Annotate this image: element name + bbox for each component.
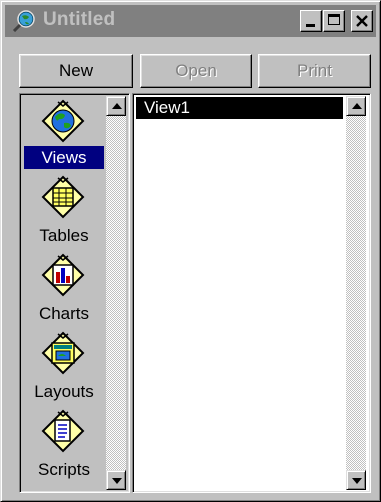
maximize-button[interactable]: [323, 10, 345, 32]
doc-type-label: Scripts: [38, 460, 90, 479]
doc-type-label: Views: [24, 146, 104, 169]
scroll-up-button[interactable]: [346, 96, 366, 116]
close-button[interactable]: [351, 10, 373, 32]
scroll-up-button[interactable]: [106, 96, 126, 116]
document-types-pane: Views Tables Charts Layouts Scripts: [19, 93, 130, 493]
script-document-icon: [41, 409, 85, 453]
down-arrow-icon: [112, 478, 122, 484]
print-button[interactable]: Print: [258, 54, 371, 88]
documents-list-pane: View1: [132, 93, 371, 493]
doc-type-label: Tables: [39, 226, 89, 245]
globe-icon: [41, 99, 85, 143]
doc-type-label: Charts: [38, 304, 90, 323]
window-title: Untitled: [43, 9, 116, 30]
table-grid-icon: [41, 175, 85, 219]
up-arrow-icon: [112, 103, 122, 109]
project-window: Untitled New Open Print Views Tables Cha…: [0, 0, 381, 502]
maximize-icon: [328, 14, 340, 25]
minimize-icon: [306, 24, 315, 27]
documents-scrollbar[interactable]: [346, 96, 366, 490]
doc-type-label: Layouts: [34, 382, 94, 401]
bar-chart-icon: [41, 253, 85, 297]
open-button[interactable]: Open: [140, 54, 252, 88]
close-icon: [356, 15, 368, 27]
doc-types-scrollbar[interactable]: [106, 96, 126, 490]
title-bar[interactable]: Untitled: [5, 5, 376, 37]
new-button[interactable]: New: [19, 54, 133, 88]
scroll-down-button[interactable]: [346, 470, 366, 490]
list-item-view1[interactable]: View1: [136, 97, 343, 119]
minimize-button[interactable]: [300, 10, 322, 32]
down-arrow-icon: [352, 478, 362, 484]
layout-map-icon: [41, 331, 85, 375]
magnifier-globe-icon: [12, 10, 35, 32]
up-arrow-icon: [352, 103, 362, 109]
scroll-down-button[interactable]: [106, 470, 126, 490]
